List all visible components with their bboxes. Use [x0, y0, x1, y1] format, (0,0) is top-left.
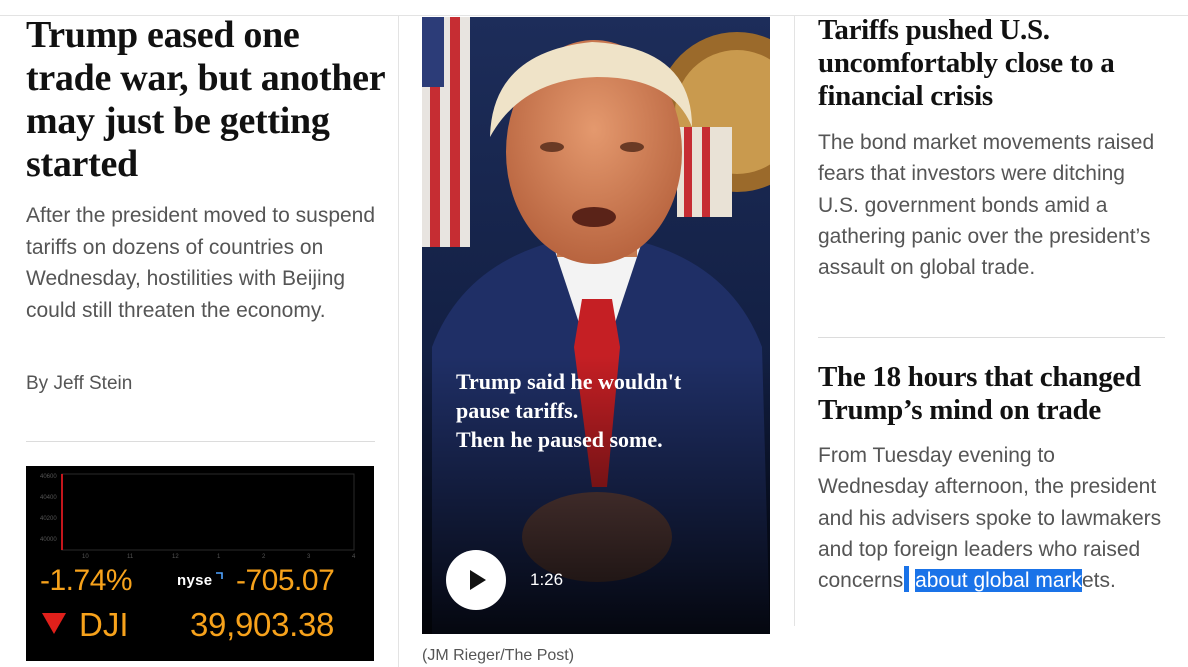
- video-caption-line-3: Then he paused some.: [456, 427, 663, 452]
- ticker-price: 39,903.38: [190, 606, 335, 643]
- ticker-x-tick: 11: [127, 554, 134, 560]
- video-thumbnail: [422, 17, 770, 634]
- ticker-points-change: -705.07: [236, 564, 335, 597]
- ticker-x-tick: 3: [307, 554, 311, 560]
- video-caption-line-2: pause tariffs.: [456, 398, 579, 423]
- text-selection-caret: [904, 566, 910, 593]
- main-story-blurb: After the president moved to suspend tar…: [26, 204, 376, 322]
- stock-ticker-widget[interactable]: 40600 40400 40200 40000 10 11 12 1 2 3 4 -1.74% N…: [26, 466, 374, 661]
- ticker-y-tick: 40400: [40, 495, 57, 501]
- play-icon: [470, 570, 486, 590]
- left-column-separator: [26, 441, 375, 442]
- ticker-y-tick: 40000: [40, 537, 57, 543]
- ticker-percent-change: -1.74%: [40, 564, 133, 597]
- story-2-blurb: The bond market movements raised fears t…: [818, 131, 1155, 280]
- nyse-flag-icon: [216, 572, 223, 579]
- video-caption-line-1: Trump said he wouldn't: [456, 369, 682, 394]
- main-story-headline[interactable]: Trump eased one trade war, but another m…: [26, 14, 386, 186]
- down-arrow-icon: [42, 613, 66, 634]
- ticker-x-tick: 12: [172, 554, 179, 560]
- nyse-logo: NYSE: [177, 572, 225, 602]
- ticker-x-tick: 2: [262, 554, 266, 560]
- main-story-byline[interactable]: By Jeff Stein: [26, 373, 132, 395]
- ticker-x-tick: 1: [217, 554, 221, 560]
- ticker-x-tick: 10: [82, 554, 89, 560]
- story-3-headline[interactable]: The 18 hours that changed Trump’s mind o…: [818, 361, 1168, 427]
- video-player[interactable]: Trump said he wouldn't pause tariffs. Th…: [422, 17, 770, 634]
- column-divider-right: [794, 16, 795, 626]
- ticker-symbol: DJI: [79, 606, 129, 643]
- column-divider-left: [398, 16, 399, 667]
- ticker-y-tick: 40200: [40, 516, 57, 522]
- right-column-separator: [818, 337, 1165, 338]
- story-3-blurb-end: ets.: [1082, 569, 1116, 593]
- video-duration: 1:26: [530, 570, 564, 589]
- ticker-x-tick: 4: [352, 554, 356, 560]
- story-3-blurb: From Tuesday evening to Wednesday aftern…: [818, 440, 1163, 596]
- story-2-headline[interactable]: Tariffs pushed U.S. uncomfortably close …: [818, 14, 1168, 113]
- play-button[interactable]: [446, 550, 506, 610]
- video-caption: Trump said he wouldn't pause tariffs. Th…: [456, 367, 746, 454]
- ticker-y-tick: 40600: [40, 474, 57, 480]
- photo-credit: (JM Rieger/The Post): [422, 647, 575, 664]
- selected-text: about global mark: [915, 569, 1082, 593]
